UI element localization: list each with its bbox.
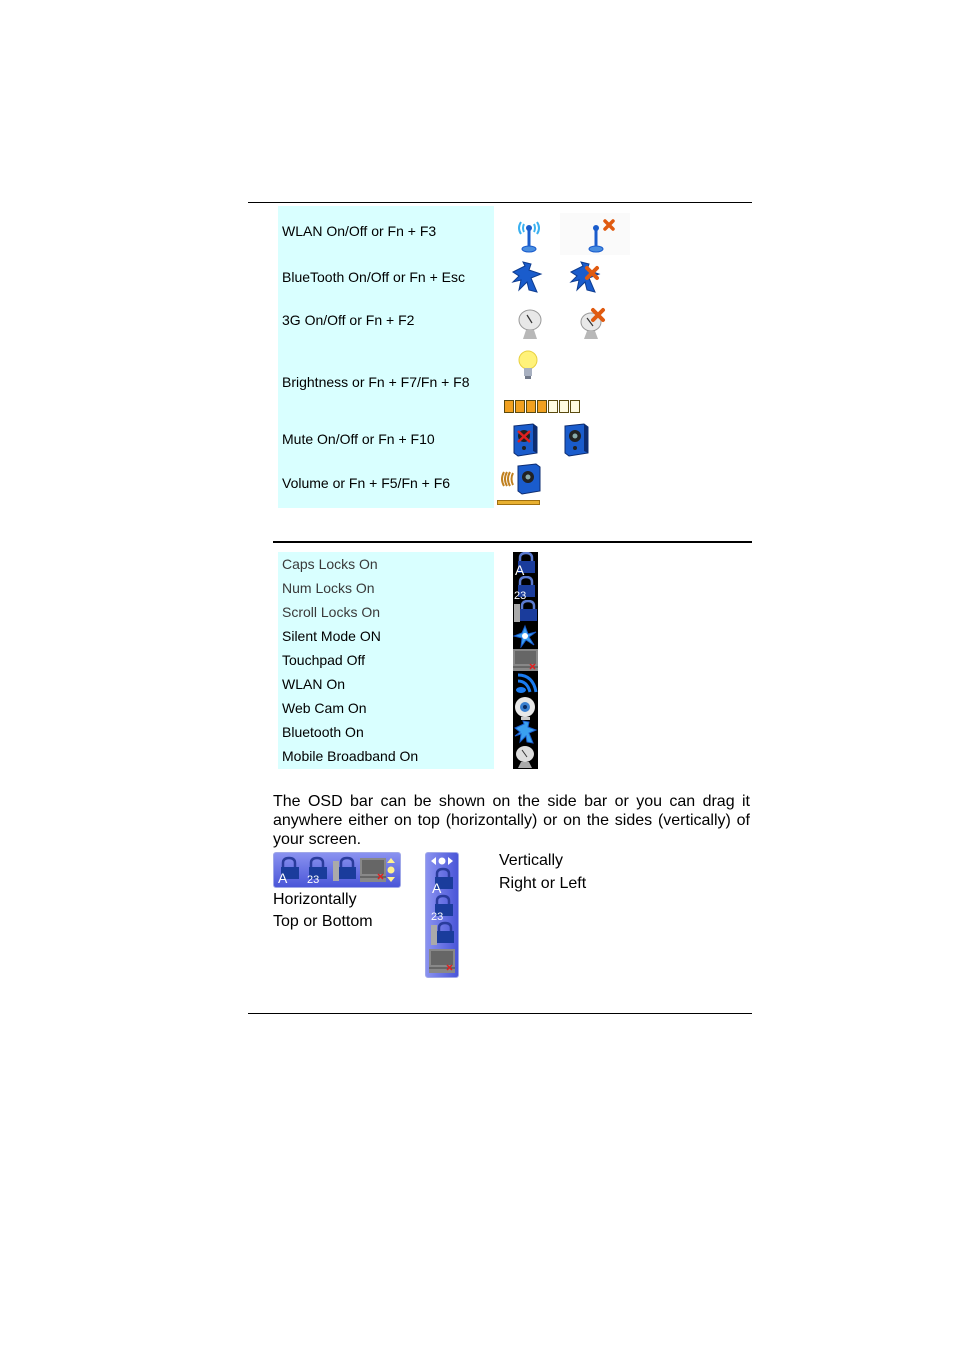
hotkey-label-mute: Mute On/Off or Fn + F10 [282, 431, 435, 447]
caps-lock-icon: A [432, 867, 453, 896]
hotkey-label-volume: Volume or Fn + F5/Fn + F6 [282, 475, 451, 491]
status-icon-strip: A 23 [513, 552, 538, 769]
hotkey-label-wlan: WLAN On/Off or Fn + F3 [282, 223, 437, 239]
svg-text:A: A [515, 562, 525, 576]
svg-text:23: 23 [514, 590, 526, 600]
osd-horizontal-icons: A 23 [278, 856, 395, 884]
bluetooth-on-icon [511, 261, 543, 293]
brightness-segment-empty [559, 400, 569, 413]
wlan-icon [516, 673, 538, 693]
num-lock-icon: 23 [307, 856, 327, 884]
status-label-webcam: Web Cam On [282, 700, 367, 716]
wlan-on-icon [518, 221, 540, 253]
touchpad-off-icon [513, 649, 538, 671]
status-label-caps-lock: Caps Locks On [282, 556, 378, 572]
status-label-mobile-broadband: Mobile Broadband On [282, 748, 419, 764]
vertical-caption-line1: Vertically [499, 852, 564, 869]
status-label-scroll-lock: Scroll Locks On [282, 604, 381, 620]
osd-bar-horizontal[interactable]: A 23 [273, 852, 401, 888]
hotkey-label-3g: 3G On/Off or Fn + F2 [282, 312, 415, 328]
3g-on-icon [518, 309, 542, 339]
brightness-segment-filled [504, 400, 514, 413]
num-lock-icon: 23 [431, 894, 453, 923]
scroll-lock-icon [333, 856, 356, 881]
mobile-broadband-icon [516, 746, 534, 768]
volume-level-bar [497, 500, 540, 505]
hotkey-label-bluetooth: BlueTooth On/Off or Fn + Esc [282, 269, 465, 285]
osd-description: The OSD bar can be shown on the side bar… [273, 793, 750, 848]
speaker-muted-icon [513, 423, 538, 457]
brightness-segment-empty [570, 400, 580, 413]
brightness-bulb-icon [518, 350, 538, 379]
speaker-icon [564, 423, 589, 457]
brightness-segment-filled [537, 400, 547, 413]
svg-text:23: 23 [307, 874, 319, 884]
brightness-segment-filled [515, 400, 525, 413]
caps-lock-icon: A [515, 552, 535, 576]
horizontal-caption-line1: Horizontally [273, 891, 357, 908]
hotkeys-table-label-column [278, 206, 494, 508]
status-label-touchpad-off: Touchpad Off [282, 652, 366, 668]
status-label-num-lock: Num Locks On [282, 580, 375, 596]
hotkey-label-brightness: Brightness or Fn + F7/Fn + F8 [282, 374, 470, 390]
svg-text:A: A [278, 870, 288, 884]
status-label-bluetooth: Bluetooth On [282, 724, 364, 740]
bottom-rule [248, 1013, 752, 1014]
scroll-lock-icon [514, 600, 537, 622]
scroll-arrows-icon [431, 857, 453, 865]
svg-text:23: 23 [431, 911, 443, 923]
top-rule [248, 202, 752, 203]
bluetooth-icon [514, 720, 538, 744]
brightness-segment-filled [526, 400, 536, 413]
brightness-level-bar [504, 400, 580, 413]
horizontal-caption-line2: Top or Bottom [273, 913, 373, 930]
vertical-caption-line2: Right or Left [499, 875, 587, 892]
3g-off-icon [580, 308, 605, 339]
caps-lock-icon: A [278, 856, 299, 884]
scroll-lock-icon [431, 921, 454, 945]
touchpad-off-icon [360, 858, 386, 882]
bluetooth-off-icon [569, 261, 601, 293]
wlan-off-icon [588, 219, 615, 253]
section-rule [273, 541, 752, 543]
touchpad-off-icon [429, 949, 455, 973]
scroll-arrows-icon [387, 858, 395, 882]
status-label-wlan: WLAN On [282, 676, 346, 692]
num-lock-icon: 23 [514, 576, 535, 600]
brightness-segment-empty [548, 400, 558, 413]
osd-vertical-icons: A 23 [429, 857, 455, 973]
webcam-icon [515, 697, 535, 720]
volume-speaker-icon [501, 463, 541, 495]
osd-bar-vertical[interactable]: A 23 [425, 852, 459, 978]
status-label-silent-mode: Silent Mode ON [282, 628, 381, 644]
silent-mode-icon [513, 624, 537, 648]
svg-text:A: A [432, 880, 442, 896]
